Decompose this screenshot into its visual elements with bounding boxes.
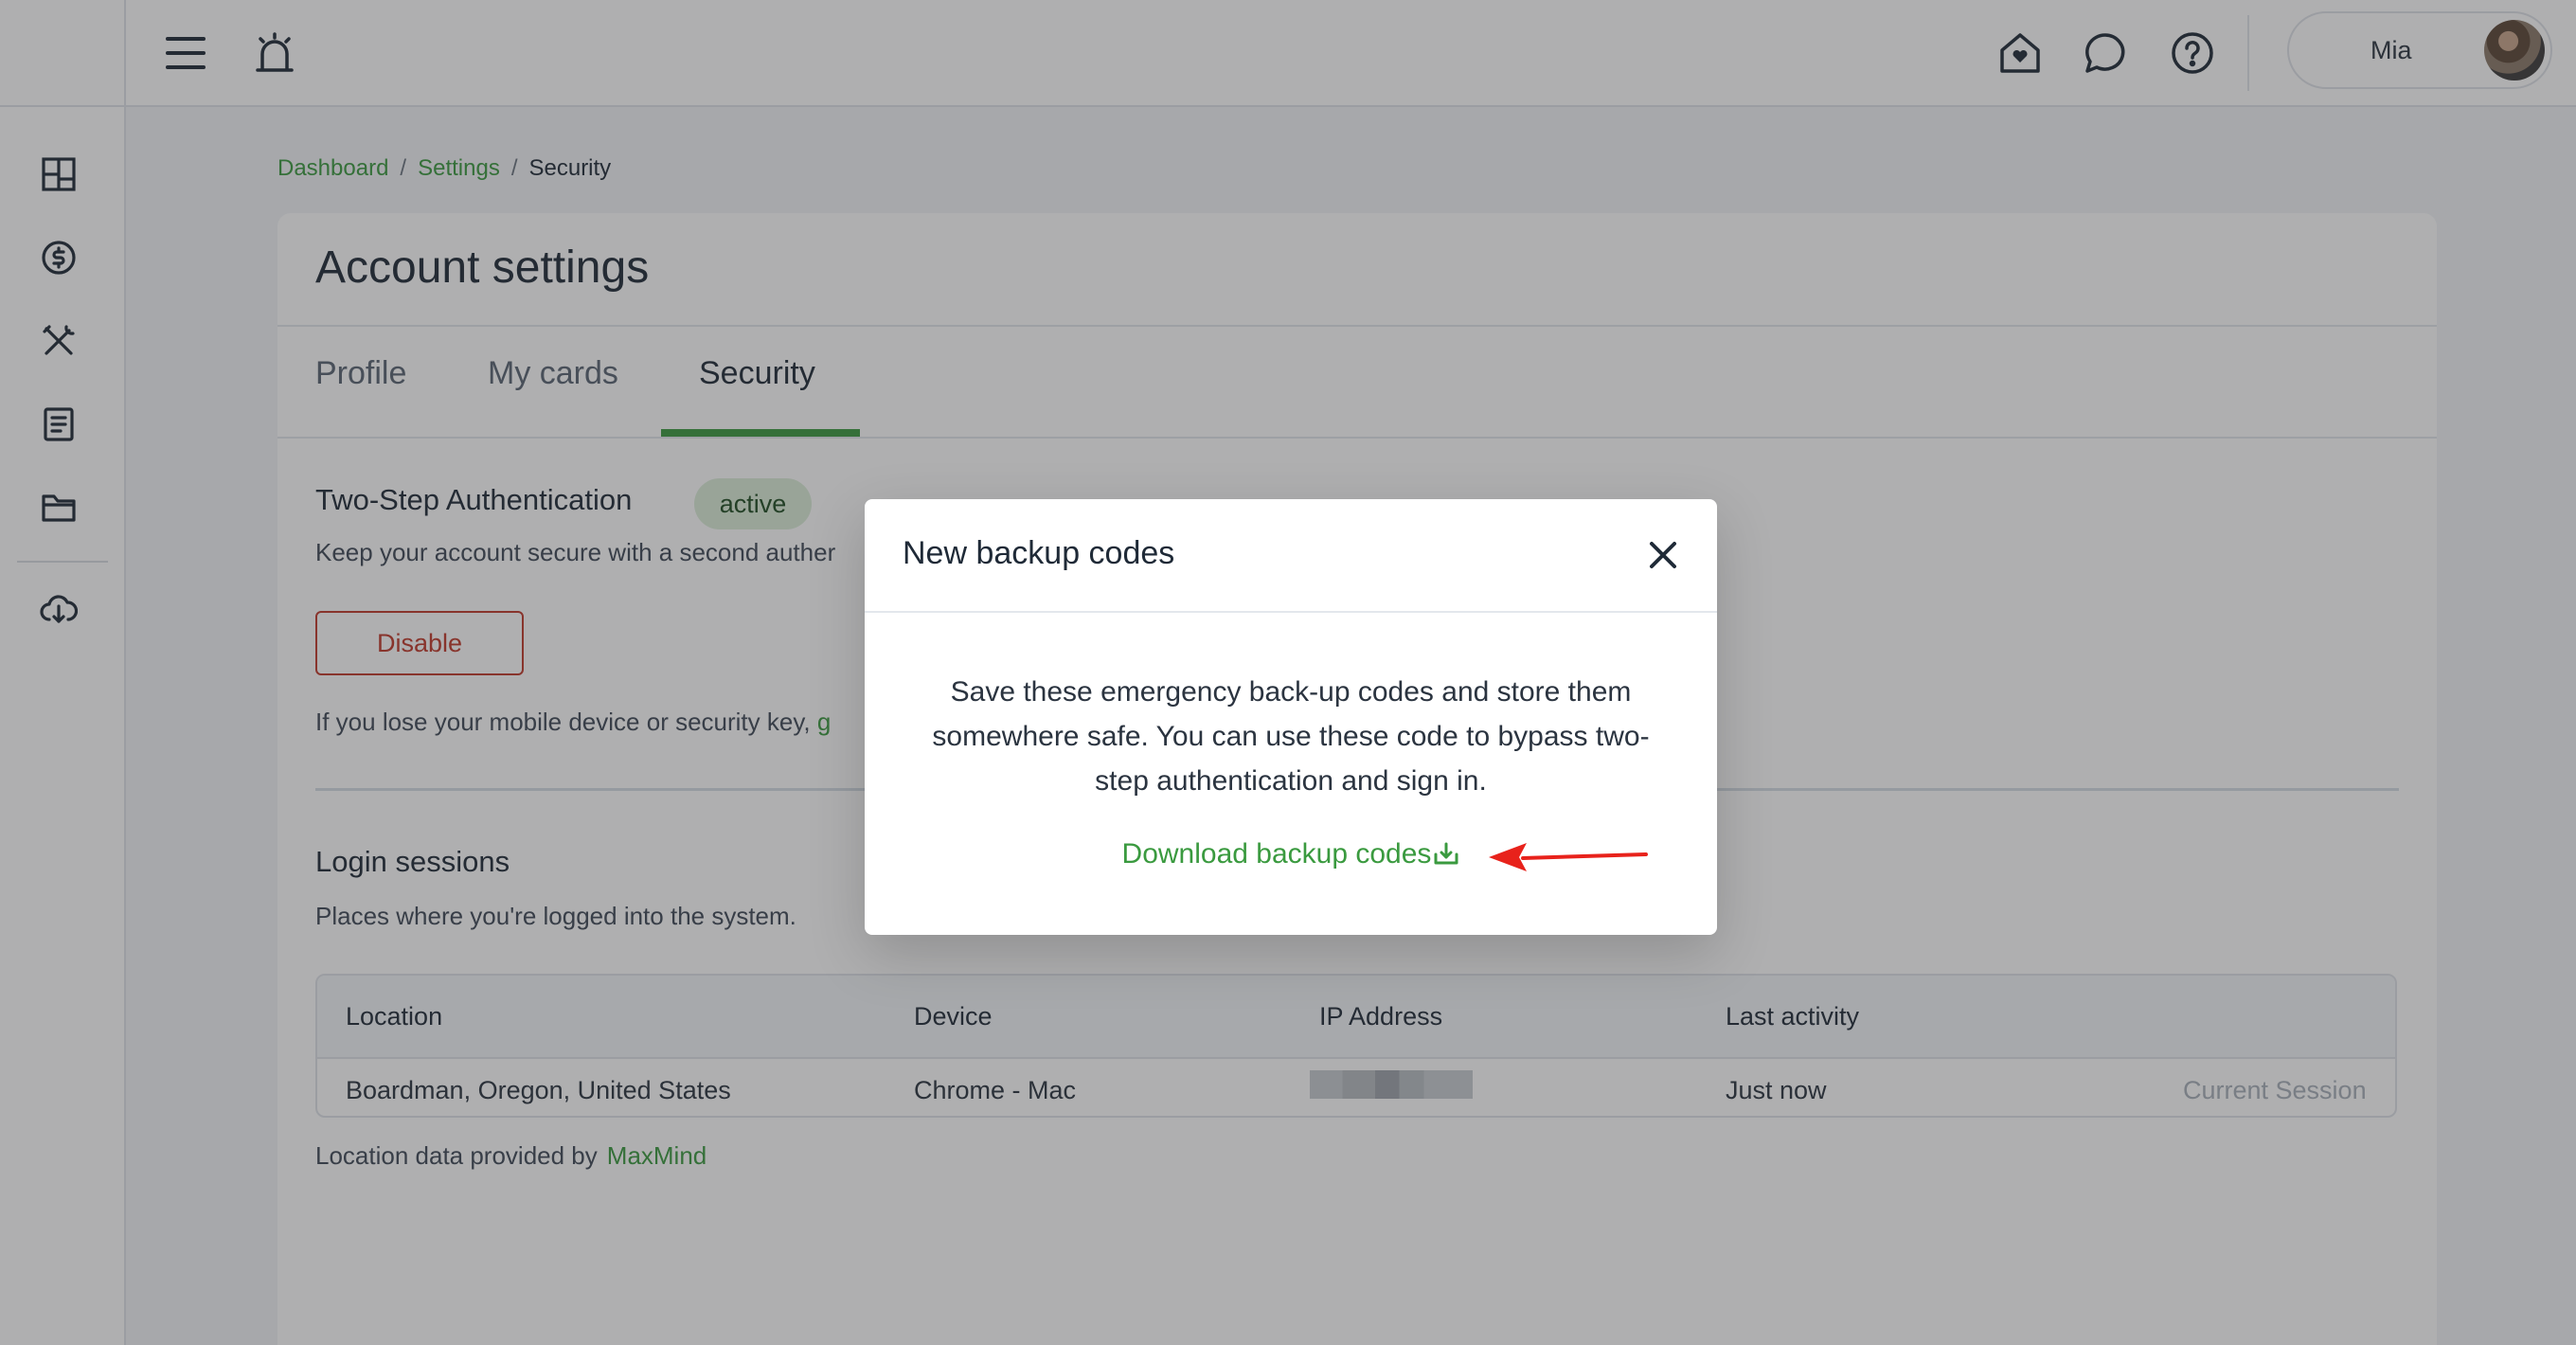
close-icon[interactable] <box>1641 533 1685 577</box>
modal-title: New backup codes <box>903 535 1175 571</box>
download-backup-codes-label: Download backup codes <box>1121 838 1432 870</box>
annotation-arrow-icon <box>1485 837 1648 880</box>
download-icon <box>1433 841 1459 873</box>
modal-body-text: Save these emergency back-up codes and s… <box>932 676 1650 797</box>
modal-divider <box>865 611 1717 613</box>
